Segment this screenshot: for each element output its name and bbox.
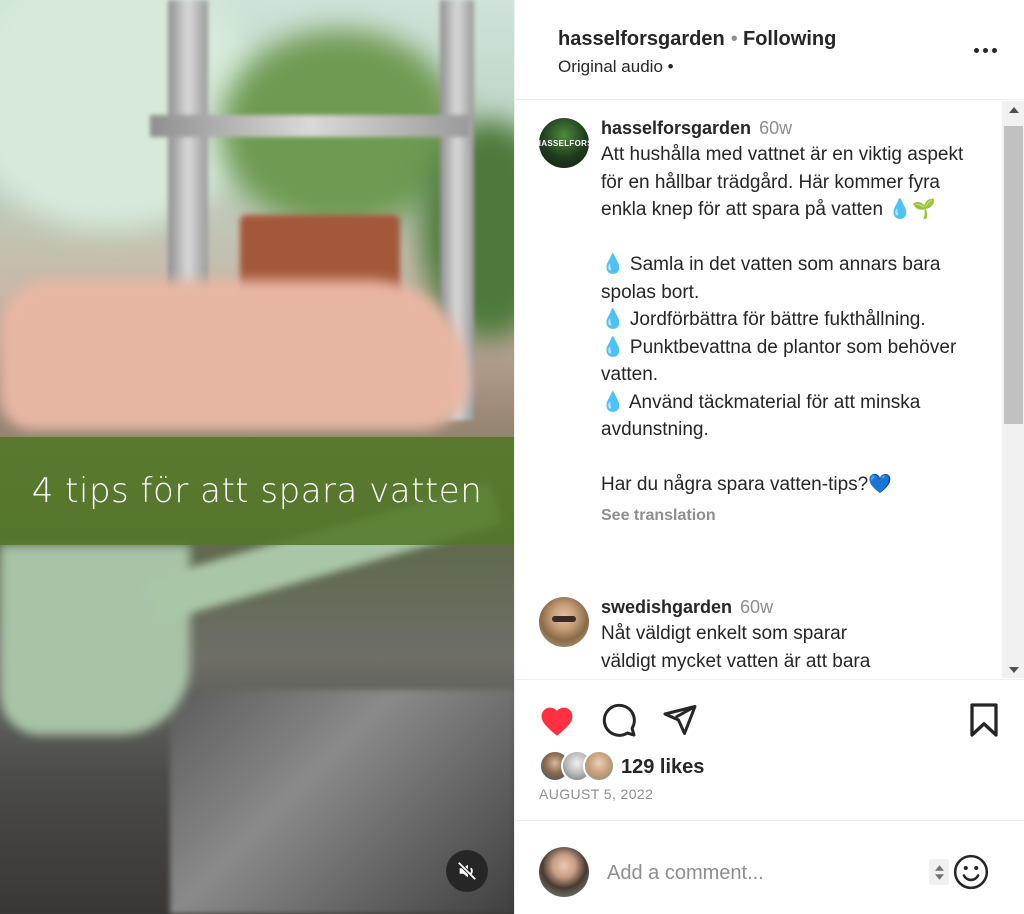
avatar-sunglasses xyxy=(552,616,576,622)
send-icon xyxy=(663,705,697,735)
speaker-muted-icon xyxy=(457,861,477,881)
mute-button[interactable] xyxy=(446,850,488,892)
more-options-button[interactable] xyxy=(970,40,1000,60)
caption-username[interactable]: hasselforsgarden xyxy=(601,118,751,138)
liked-by-avatars[interactable] xyxy=(539,750,619,782)
following-button[interactable]: Following xyxy=(743,28,836,51)
heart-filled-icon xyxy=(541,707,573,736)
input-spinner[interactable] xyxy=(929,859,949,885)
bookmark-icon xyxy=(970,703,998,737)
comments-scrollbar[interactable] xyxy=(1002,101,1024,678)
more-horizontal-icon xyxy=(973,47,979,53)
comment-icon xyxy=(602,703,636,737)
avatar[interactable]: HASSELFORS xyxy=(539,118,589,168)
like-button[interactable] xyxy=(537,700,577,740)
post-actions: 129 likes AUGUST 5, 2022 xyxy=(515,679,1024,809)
avatar xyxy=(583,750,615,782)
caption-body: hasselforsgarden 60w Att hushålla med vat… xyxy=(601,118,989,525)
spinner-up-icon xyxy=(934,864,944,871)
comment-heading: swedishgarden 60w xyxy=(601,597,989,618)
comment-time[interactable]: 60w xyxy=(740,597,773,617)
scroll-down-button[interactable] xyxy=(1002,661,1024,678)
watering-can xyxy=(0,545,190,735)
scroll-up-button[interactable] xyxy=(1002,101,1024,118)
hand-shape xyxy=(0,280,470,430)
media-title: 4 tips för att spara vatten xyxy=(31,471,483,511)
faucet-bar xyxy=(150,115,470,137)
comment-body: swedishgarden 60w Nåt väldigt enkelt som … xyxy=(601,597,989,675)
header-username[interactable]: hasselforsgarden xyxy=(558,28,725,50)
spinner-down-icon xyxy=(934,873,944,880)
comments-list[interactable]: HASSELFORS hasselforsgarden 60w Att hushå… xyxy=(515,101,1024,678)
post-media-video[interactable]: 4 tips för att spara vatten xyxy=(0,0,514,914)
see-translation-link[interactable]: See translation xyxy=(601,507,989,525)
smiley-icon xyxy=(953,854,989,890)
post-details-panel: hasselforsgarden • Following Original aud… xyxy=(514,0,1024,914)
post-date[interactable]: AUGUST 5, 2022 xyxy=(539,786,653,802)
emoji-button[interactable] xyxy=(952,853,990,891)
share-button[interactable] xyxy=(660,700,700,740)
media-title-banner: 4 tips för att spara vatten xyxy=(0,437,514,545)
scroll-down-arrow-icon xyxy=(1008,666,1019,673)
avatar-logo-text: HASSELFORS xyxy=(539,138,589,148)
post-header: hasselforsgarden • Following Original aud… xyxy=(515,0,1024,100)
more-dot xyxy=(991,47,997,53)
comment-composer xyxy=(515,820,1024,914)
comment-username[interactable]: swedishgarden xyxy=(601,597,732,617)
caption-time[interactable]: 60w xyxy=(759,118,792,138)
comment-input[interactable] xyxy=(607,857,917,889)
audio-label[interactable]: Original audio • xyxy=(558,57,674,77)
avatar xyxy=(539,847,589,897)
avatar[interactable] xyxy=(539,597,589,647)
more-dot xyxy=(982,47,988,53)
save-button[interactable] xyxy=(964,700,1004,740)
scrollbar-thumb[interactable] xyxy=(1004,126,1023,424)
likes-count[interactable]: 129 likes xyxy=(621,756,704,779)
comment-button[interactable] xyxy=(599,700,639,740)
comment-text: Nåt väldigt enkelt som sparar väldigt my… xyxy=(601,623,871,672)
scroll-up-arrow-icon xyxy=(1008,106,1019,113)
header-separator: • xyxy=(730,28,738,50)
caption-text: Att hushålla med vattnet är en viktig as… xyxy=(601,144,964,495)
caption-heading: hasselforsgarden 60w xyxy=(601,118,989,139)
